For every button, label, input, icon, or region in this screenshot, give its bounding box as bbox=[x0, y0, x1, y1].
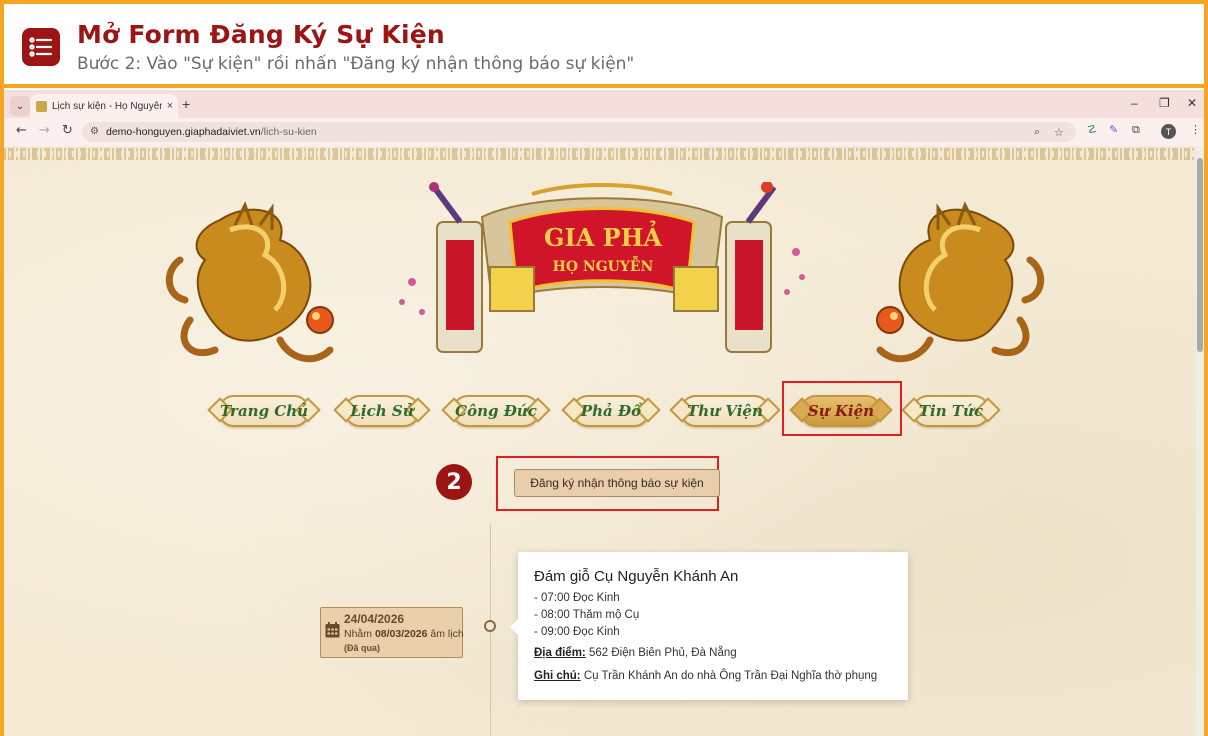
nav-cong-duc[interactable]: Công Đức bbox=[441, 395, 551, 427]
tab-search-dropdown-icon[interactable]: ⌄ bbox=[10, 96, 30, 116]
new-tab-button[interactable]: + bbox=[182, 96, 190, 112]
logo-title: GIA PHẢ bbox=[544, 220, 662, 252]
page-scrollbar[interactable] bbox=[1196, 146, 1204, 736]
menu-kebab-icon[interactable]: ⋮ bbox=[1190, 123, 1201, 136]
tab-title: Lịch sự kiện - Họ Nguyễn Việt N bbox=[52, 100, 162, 112]
nav-label: Lịch Sử bbox=[350, 402, 414, 420]
list-icon bbox=[22, 28, 60, 66]
reload-icon[interactable]: ↻ bbox=[62, 123, 73, 138]
url-path: /lich-su-kien bbox=[260, 126, 317, 138]
event-location: Địa điểm: 562 Điện Biên Phủ, Đà Nẵng bbox=[534, 647, 737, 659]
event-card: Đám giỗ Cụ Nguyễn Khánh An - 07:00 Đọc K… bbox=[510, 552, 908, 700]
browser-tab[interactable]: Lịch sự kiện - Họ Nguyễn Việt N × bbox=[30, 94, 178, 118]
calendar-icon bbox=[325, 622, 340, 638]
nav-label: Phả Đồ bbox=[580, 402, 642, 420]
event-lunar-date: Nhằm 08/03/2026 âm lịch bbox=[344, 628, 464, 640]
scrollbar-thumb[interactable] bbox=[1197, 158, 1203, 352]
nav-tin-tuc[interactable]: Tin Tức bbox=[901, 395, 1001, 427]
event-solar-date: 24/04/2026 bbox=[344, 612, 405, 626]
nav-label: Thư Viện bbox=[687, 402, 763, 420]
register-notification-button[interactable]: Đăng ký nhận thông báo sự kiện bbox=[514, 469, 720, 497]
close-window-button[interactable]: ✕ bbox=[1187, 96, 1197, 110]
minimize-button[interactable]: – bbox=[1131, 96, 1138, 110]
url-host: demo-honguyen.giaphadaiviet.vn bbox=[106, 126, 261, 138]
banner-title: Mở Form Đăng Ký Sự Kiện bbox=[77, 20, 445, 49]
nav-label: Trang Chủ bbox=[219, 402, 309, 420]
tutorial-banner: Mở Form Đăng Ký Sự Kiện Bước 2: Vào "Sự … bbox=[4, 4, 1204, 88]
web-page: GIA PHẢ HỌ NGUYỄN Trang Chủ Lịch Sử Công… bbox=[4, 146, 1204, 736]
address-bar-row: ← → ↻ ⚙ demo-honguyen.giaphadaiviet.vn/l… bbox=[4, 118, 1204, 146]
nav-label: Công Đức bbox=[455, 402, 537, 420]
url-field[interactable]: ⚙ demo-honguyen.giaphadaiviet.vn/lich-su… bbox=[82, 122, 1076, 142]
note-value: Cụ Trần Khánh An do nhà Ông Trần Đại Ngh… bbox=[580, 670, 878, 682]
fret-border-inner bbox=[4, 151, 1196, 157]
schedule-item: - 09:00 Đọc Kinh bbox=[534, 626, 620, 638]
left-dragon-icon bbox=[165, 201, 334, 363]
schedule-item: - 08:00 Thăm mộ Cụ bbox=[534, 609, 640, 621]
tab-close-icon[interactable]: × bbox=[162, 100, 178, 112]
nav-trang-chu[interactable]: Trang Chủ bbox=[207, 395, 321, 427]
site-info-icon[interactable]: ⚙ bbox=[90, 126, 99, 137]
gia-pha-logo: GIA PHẢ HỌ NGUYỄN bbox=[399, 182, 805, 353]
bookmark-star-icon[interactable]: ☆ bbox=[1054, 126, 1064, 139]
profile-avatar[interactable]: T bbox=[1161, 124, 1176, 139]
timeline-dot bbox=[484, 620, 496, 632]
forward-icon[interactable]: → bbox=[39, 123, 50, 138]
event-status: (Đã qua) bbox=[344, 643, 380, 653]
note-label: Ghi chú: bbox=[534, 670, 581, 682]
nav-lich-su[interactable]: Lịch Sử bbox=[333, 395, 431, 427]
highlight-su-kien bbox=[782, 381, 902, 436]
lunar-prefix: Nhằm bbox=[344, 628, 375, 640]
favicon-icon bbox=[36, 100, 47, 112]
restore-button[interactable]: ❐ bbox=[1159, 96, 1170, 110]
event-date-box: 24/04/2026 Nhằm 08/03/2026 âm lịch (Đã q… bbox=[320, 607, 464, 658]
schedule-item: - 07:00 Đọc Kinh bbox=[534, 592, 620, 604]
lunar-suffix: âm lịch bbox=[427, 628, 464, 640]
pen-extension-icon[interactable]: ✎ bbox=[1109, 123, 1118, 136]
event-note: Ghi chú: Cụ Trần Khánh An do nhà Ông Trầ… bbox=[534, 670, 877, 682]
browser-chrome: ⌄ Lịch sự kiện - Họ Nguyễn Việt N × + – … bbox=[4, 90, 1204, 146]
step-number-badge: 2 bbox=[436, 464, 472, 500]
lunar-date-value: 08/03/2026 bbox=[374, 628, 428, 640]
location-label: Địa điểm: bbox=[534, 647, 586, 659]
zoom-icon[interactable]: ⌕ bbox=[1034, 126, 1040, 139]
nav-thu-vien[interactable]: Thư Viện bbox=[669, 395, 781, 427]
extension-icon[interactable]: ☡ bbox=[1087, 123, 1097, 136]
location-value: 562 Điện Biên Phủ, Đà Nẵng bbox=[585, 647, 737, 659]
event-title: Đám giỗ Cụ Nguyễn Khánh An bbox=[534, 568, 739, 585]
nav-pha-do[interactable]: Phả Đồ bbox=[561, 395, 661, 427]
back-icon[interactable]: ← bbox=[16, 123, 27, 138]
extensions-puzzle-icon[interactable]: ⧉ bbox=[1132, 123, 1140, 137]
banner-subtitle: Bước 2: Vào "Sự kiện" rồi nhấn "Đăng ký … bbox=[77, 54, 635, 74]
tab-strip: ⌄ Lịch sự kiện - Họ Nguyễn Việt N × + – … bbox=[4, 90, 1204, 118]
right-dragon-icon bbox=[876, 201, 1045, 363]
nav-label: Tin Tức bbox=[918, 402, 984, 420]
tutorial-frame: Mở Form Đăng Ký Sự Kiện Bước 2: Vào "Sự … bbox=[0, 0, 1208, 736]
